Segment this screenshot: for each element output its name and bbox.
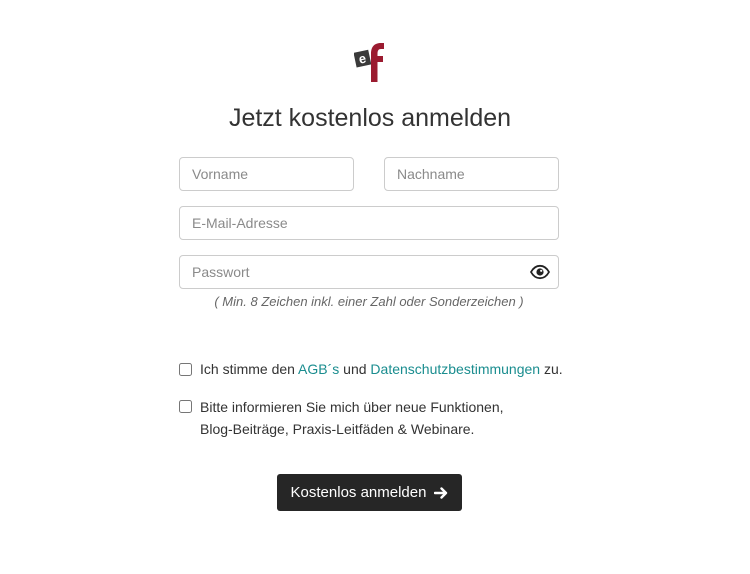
terms-suffix: zu. [540,361,563,377]
newsletter-label: Bitte informieren Sie mich über neue Fun… [200,399,504,437]
password-hint: ( Min. 8 Zeichen inkl. einer Zahl oder S… [214,294,524,309]
terms-label: Ich stimme den AGB´s und Datenschutzbest… [200,358,563,380]
terms-checkbox[interactable] [179,363,192,376]
newsletter-checkbox[interactable] [179,400,192,413]
email-input[interactable] [179,206,559,240]
privacy-link[interactable]: Datenschutzbestimmungen [370,361,540,377]
terms-prefix: Ich stimme den [200,361,299,377]
firstname-input[interactable] [179,157,354,191]
terms-middle: und [339,361,371,377]
password-input[interactable] [179,255,559,289]
brand-logo-icon: e [354,43,384,82]
page-title: Jetzt kostenlos anmelden [228,104,512,132]
brand-logo: e [354,42,386,82]
submit-label: Kostenlos anmelden [290,484,427,501]
lastname-input[interactable] [384,157,559,191]
arrow-right-icon [434,486,448,499]
agb-link[interactable]: AGB´s [298,361,339,377]
eye-icon[interactable] [530,262,550,282]
submit-button[interactable]: Kostenlos anmelden [277,474,462,511]
